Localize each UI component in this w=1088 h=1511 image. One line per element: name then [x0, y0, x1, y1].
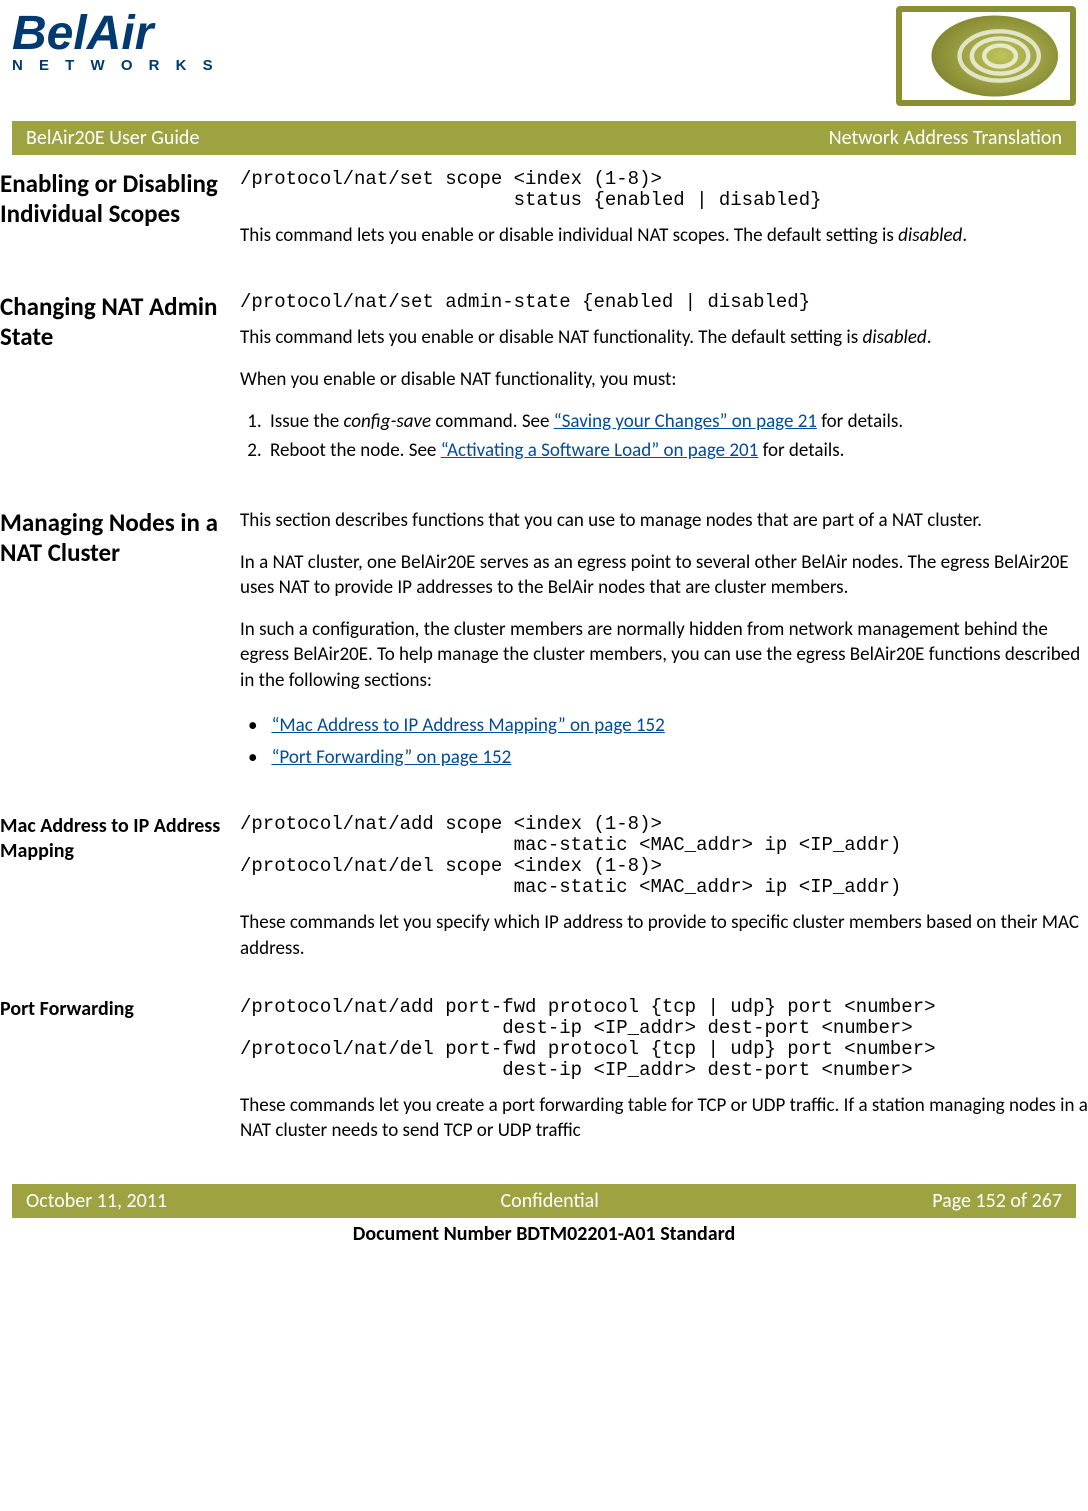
logo-sub-text: N E T W O R K S [12, 57, 219, 74]
cmd-mac-static: /protocol/nat/add scope <index (1-8)> ma… [240, 814, 1088, 898]
steps-list: Issue the config-save command. See “Savi… [240, 409, 1088, 464]
bullet-1: “Mac Address to IP Address Mapping” on p… [248, 710, 1088, 742]
step-2: Reboot the node. See “Activating a Softw… [266, 438, 1088, 464]
footer-confidential: Confidential [501, 1189, 599, 1213]
cmd-set-scope: /protocol/nat/set scope <index (1-8)> st… [240, 169, 1088, 211]
section-admin-state: Changing NAT Admin State /protocol/nat/s… [0, 292, 1088, 479]
top-header-area: BelAir N E T W O R K S [0, 0, 1088, 115]
logo-main-text: BelAir [12, 12, 219, 55]
header-bar: BelAir20E User Guide Network Address Tra… [12, 121, 1076, 155]
section-mac-mapping: Mac Address to IP Address Mapping /proto… [0, 814, 1088, 977]
cmd-admin-state: /protocol/nat/set admin-state {enabled |… [240, 292, 1088, 313]
chapter-title: Network Address Translation [829, 126, 1062, 150]
para-manage-3: In such a configuration, the cluster mem… [240, 617, 1088, 694]
para-manage-1: This section describes functions that yo… [240, 508, 1088, 534]
link-saving-changes[interactable]: “Saving your Changes” on page 21 [554, 410, 817, 433]
heading-enabling: Enabling or Disabling Individual Scopes [0, 169, 228, 229]
bullet-2: “Port Forwarding” on page 152 [248, 742, 1088, 774]
heading-admin: Changing NAT Admin State [0, 292, 228, 352]
step-1: Issue the config-save command. See “Savi… [266, 409, 1088, 435]
heading-port: Port Forwarding [0, 997, 228, 1022]
company-logo: BelAir N E T W O R K S [12, 12, 219, 74]
para-manage-2: In a NAT cluster, one BelAir20E serves a… [240, 550, 1088, 601]
guide-title: BelAir20E User Guide [26, 126, 199, 150]
link-port-forwarding[interactable]: “Port Forwarding” on page 152 [271, 746, 511, 769]
footer-bar: October 11, 2011 Confidential Page 152 o… [12, 1184, 1076, 1218]
footer-page: Page 152 of 267 [932, 1189, 1062, 1213]
heading-mac: Mac Address to IP Address Mapping [0, 814, 228, 864]
para-admin-2: When you enable or disable NAT functiona… [240, 367, 1088, 393]
para-mac: These commands let you specify which IP … [240, 910, 1088, 961]
footer-date: October 11, 2011 [26, 1189, 167, 1213]
cmd-port-fwd: /protocol/nat/add port-fwd protocol {tcp… [240, 997, 1088, 1081]
para-port: These commands let you create a port for… [240, 1093, 1088, 1144]
para-admin-1: This command lets you enable or disable … [240, 325, 1088, 351]
decorative-swirl-icon [896, 6, 1076, 106]
heading-managing: Managing Nodes in a NAT Cluster [0, 508, 228, 568]
link-activating-load[interactable]: “Activating a Software Load” on page 201 [441, 439, 759, 462]
para-enabling: This command lets you enable or disable … [240, 223, 1088, 249]
section-managing-nodes: Managing Nodes in a NAT Cluster This sec… [0, 508, 1088, 786]
page: BelAir N E T W O R K S BelAir20E User Gu… [0, 0, 1088, 1266]
link-mac-mapping[interactable]: “Mac Address to IP Address Mapping” on p… [271, 714, 664, 737]
section-port-forwarding: Port Forwarding /protocol/nat/add port-f… [0, 997, 1088, 1160]
related-links-list: “Mac Address to IP Address Mapping” on p… [240, 710, 1088, 775]
section-enabling-scopes: Enabling or Disabling Individual Scopes … [0, 169, 1088, 264]
document-number: Document Number BDTM02201-A01 Standard [0, 1222, 1088, 1246]
